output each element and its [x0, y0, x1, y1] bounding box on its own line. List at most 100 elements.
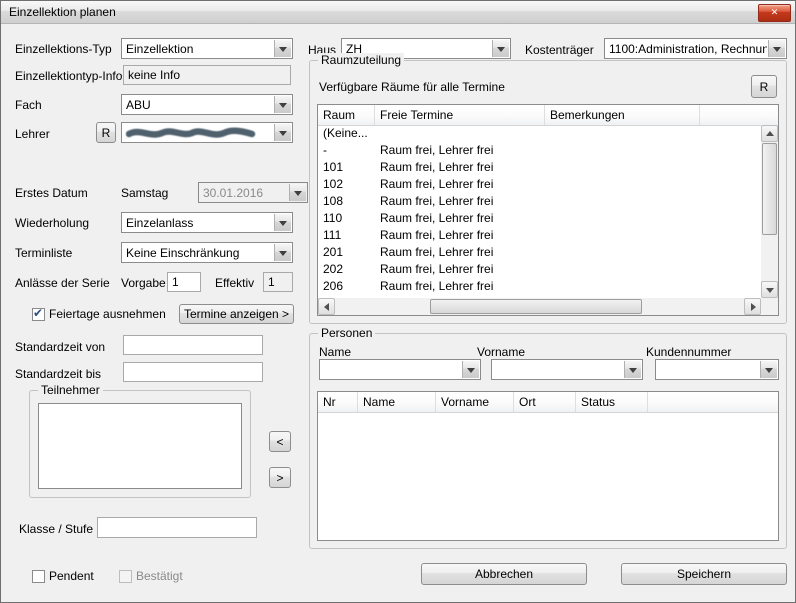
pendent-checkbox[interactable]: [32, 570, 45, 583]
cell-freie-termine: Raum frei, Lehrer frei: [375, 193, 545, 210]
termine-anzeigen-button[interactable]: Termine anzeigen >: [179, 304, 294, 324]
teilnehmer-group: Teilnehmer: [29, 390, 251, 498]
cell-raum: 111: [318, 227, 375, 244]
personen-kundennummer-select[interactable]: [655, 359, 779, 380]
chevron-down-icon[interactable]: [624, 361, 641, 378]
effektiv-label: Effektiv: [215, 276, 254, 290]
personen-name-label: Name: [319, 345, 351, 359]
personen-kundennummer-label: Kundennummer: [646, 345, 731, 359]
abbrechen-button[interactable]: Abbrechen: [421, 563, 587, 585]
terminliste-select[interactable]: Keine Einschränkung: [121, 242, 293, 263]
scroll-left-button[interactable]: [318, 298, 335, 315]
lehrer-r-button[interactable]: R: [96, 122, 116, 143]
chevron-down-icon[interactable]: [274, 244, 291, 261]
scroll-right-button[interactable]: [744, 298, 761, 315]
column-header-raum[interactable]: Raum: [318, 105, 375, 125]
move-left-button[interactable]: <: [269, 431, 291, 452]
column-header-bemerkungen[interactable]: Bemerkungen: [545, 105, 700, 125]
table-row[interactable]: 102 Raum frei, Lehrer frei: [318, 176, 761, 193]
chevron-down-icon[interactable]: [274, 214, 291, 231]
table-row[interactable]: (Keine...: [318, 125, 761, 142]
cell-bemerkungen: [545, 227, 700, 244]
speichern-button[interactable]: Speichern: [621, 563, 787, 585]
close-button[interactable]: ✕: [758, 4, 791, 22]
window-title: Einzellektion planen: [9, 5, 116, 19]
lehrer-label: Lehrer: [15, 127, 50, 141]
chevron-down-icon[interactable]: [760, 361, 777, 378]
table-row[interactable]: 110 Raum frei, Lehrer frei: [318, 210, 761, 227]
column-header-nr[interactable]: Nr: [318, 392, 358, 412]
chevron-down-icon[interactable]: [492, 40, 509, 57]
table-row[interactable]: 206 Raum frei, Lehrer frei: [318, 278, 761, 295]
table-row[interactable]: 108 Raum frei, Lehrer frei: [318, 193, 761, 210]
table-row[interactable]: 101 Raum frei, Lehrer frei: [318, 159, 761, 176]
chevron-down-icon[interactable]: [274, 96, 291, 113]
personen-name-select[interactable]: [319, 359, 481, 380]
feiertage-label: Feiertage ausnehmen: [49, 307, 166, 321]
chevron-down-icon[interactable]: [274, 124, 291, 141]
raum-table-header: Raum Freie Termine Bemerkungen: [318, 105, 778, 126]
chevron-down-icon[interactable]: [274, 40, 291, 57]
column-header-status[interactable]: Status: [576, 392, 648, 412]
wiederholung-select[interactable]: Einzelanlass: [121, 212, 293, 233]
move-right-button[interactable]: >: [269, 467, 291, 488]
table-row[interactable]: - Raum frei, Lehrer frei: [318, 142, 761, 159]
standardzeit-von-field[interactable]: [123, 335, 263, 355]
cell-freie-termine: Raum frei, Lehrer frei: [375, 278, 545, 295]
title-bar[interactable]: Einzellektion planen ✕: [1, 1, 795, 24]
personen-table: Nr Name Vorname Ort Status: [317, 391, 779, 541]
kostentraeger-value: 1100:Administration, Rechnung: [609, 42, 767, 56]
standardzeit-von-label: Standardzeit von: [15, 340, 105, 354]
erstes-datum-weekday: Samstag: [121, 186, 168, 200]
klasse-stufe-label: Klasse / Stufe: [19, 522, 93, 536]
chevron-down-icon[interactable]: [289, 184, 306, 201]
close-icon: ✕: [771, 7, 779, 17]
cell-raum: 101: [318, 159, 375, 176]
cell-raum: 108: [318, 193, 375, 210]
column-header-name[interactable]: Name: [358, 392, 436, 412]
fach-select[interactable]: ABU: [121, 94, 293, 115]
fach-label: Fach: [15, 98, 42, 112]
table-row[interactable]: 201 Raum frei, Lehrer frei: [318, 244, 761, 261]
lehrer-select[interactable]: [121, 122, 293, 143]
cell-raum: 202: [318, 261, 375, 278]
standardzeit-bis-field[interactable]: [123, 362, 263, 382]
personen-vorname-select[interactable]: [491, 359, 643, 380]
chevron-down-icon[interactable]: [768, 40, 785, 57]
vertical-scrollbar[interactable]: [761, 125, 778, 298]
cell-raum: 206: [318, 278, 375, 295]
cell-raum: 102: [318, 176, 375, 193]
column-header-vorname[interactable]: Vorname: [436, 392, 514, 412]
kostentraeger-select[interactable]: 1100:Administration, Rechnung: [604, 38, 787, 59]
hscroll-thumb[interactable]: [430, 299, 642, 314]
vscroll-thumb[interactable]: [762, 143, 777, 235]
feiertage-checkbox[interactable]: [32, 308, 45, 321]
raumzuteilung-group-label: Raumzuteilung: [318, 53, 404, 67]
cell-raum: -: [318, 142, 375, 159]
cell-freie-termine: Raum frei, Lehrer frei: [375, 159, 545, 176]
vorgabe-field[interactable]: [167, 272, 201, 292]
cell-bemerkungen: [545, 261, 700, 278]
raum-table: Raum Freie Termine Bemerkungen (Keine...…: [317, 104, 779, 316]
scroll-up-button[interactable]: [761, 125, 778, 142]
teilnehmer-list[interactable]: [38, 403, 242, 489]
scroll-down-button[interactable]: [761, 281, 778, 298]
raumzuteilung-r-button[interactable]: R: [751, 75, 777, 98]
cell-raum: (Keine...: [318, 125, 375, 142]
column-header-freie-termine[interactable]: Freie Termine: [375, 105, 545, 125]
column-header-ort[interactable]: Ort: [514, 392, 576, 412]
wiederholung-value: Einzelanlass: [126, 216, 273, 230]
cell-bemerkungen: [545, 244, 700, 261]
horizontal-scrollbar[interactable]: [318, 298, 761, 315]
anlaesse-serie-label: Anlässe der Serie: [15, 276, 110, 290]
chevron-down-icon[interactable]: [462, 361, 479, 378]
klasse-stufe-field[interactable]: [97, 517, 257, 538]
table-row[interactable]: 111 Raum frei, Lehrer frei: [318, 227, 761, 244]
einzellektions-typ-select[interactable]: Einzellektion: [121, 38, 293, 59]
cell-raum: 110: [318, 210, 375, 227]
personen-group-label: Personen: [318, 326, 375, 340]
raumzuteilung-subtitle: Verfügbare Räume für alle Termine: [319, 80, 505, 94]
table-row[interactable]: 202 Raum frei, Lehrer frei: [318, 261, 761, 278]
erstes-datum-select[interactable]: 30.01.2016: [198, 182, 308, 203]
cell-freie-termine: Raum frei, Lehrer frei: [375, 244, 545, 261]
